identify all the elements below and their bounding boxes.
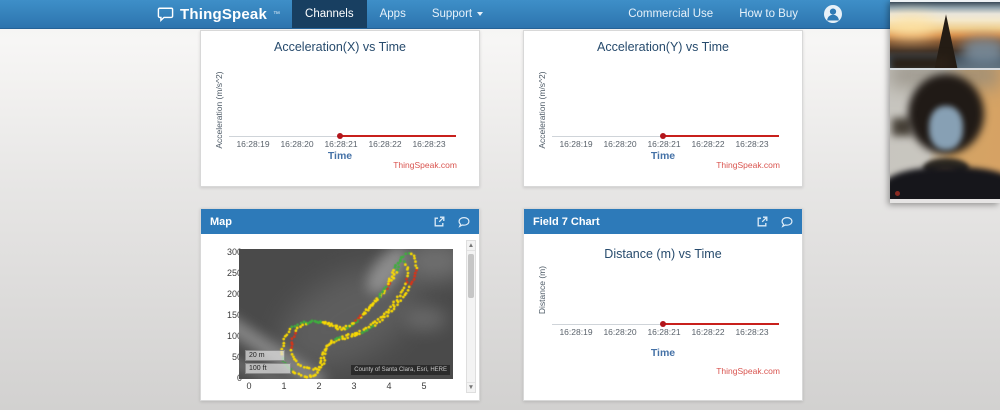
x-tick: 16:28:22 — [686, 327, 730, 337]
scroll-up-icon[interactable]: ▲ — [467, 241, 475, 251]
map-y-tick: 100 — [215, 331, 242, 341]
sunset-glow — [890, 16, 936, 38]
chart-acceleration-x: Acceleration(X) vs Time Acceleration (m/… — [201, 31, 479, 186]
y-axis-label: Acceleration (m/s^2) — [537, 64, 547, 156]
map-y-tick: 50 — [215, 352, 242, 362]
x-tick: 16:28:23 — [730, 327, 774, 337]
chat-bubble-icon — [157, 7, 174, 22]
panel-acceleration-y: Acceleration(Y) vs Time Acceleration (m/… — [523, 30, 803, 187]
x-tick: 16:28:22 — [686, 139, 730, 149]
video-call-overlay — [890, 0, 1000, 203]
series-line — [664, 135, 779, 137]
map-scrollbar[interactable]: ▲ ▼ — [466, 240, 476, 393]
map-scale-feet: 100 ft — [245, 363, 291, 374]
field7-panel-body: Distance (m) vs Time Distance (m) 16:28:… — [524, 234, 802, 400]
nav-item-channels[interactable]: Channels — [292, 0, 367, 28]
thingspeak-credit-link[interactable]: ThingSpeak.com — [393, 160, 457, 170]
comment-icon[interactable] — [781, 216, 793, 228]
nav-menu: Channels Apps Support — [292, 0, 496, 28]
map-x-tick: 0 — [239, 381, 259, 391]
map-y-tick: 250 — [215, 268, 242, 278]
nav-item-commercial-use[interactable]: Commercial Use — [628, 8, 713, 20]
chart-title: Distance (m) vs Time — [524, 247, 802, 261]
brand-name: ThingSpeak — [180, 6, 267, 23]
map-x-tick: 1 — [274, 381, 294, 391]
water — [962, 38, 1000, 64]
nav-item-apps[interactable]: Apps — [367, 0, 419, 28]
x-tick: 16:28:21 — [642, 139, 686, 149]
field7-panel-header: Field 7 Chart — [524, 209, 802, 234]
map-y-tick: 300 — [215, 247, 242, 257]
x-tick: 16:28:20 — [275, 139, 319, 149]
x-tick: 16:28:19 — [231, 139, 275, 149]
x-tick: 16:28:21 — [319, 139, 363, 149]
map-x-tick: 4 — [379, 381, 399, 391]
recording-indicator — [895, 191, 900, 196]
webcam-feed-sunset[interactable] — [890, 0, 1000, 70]
panel-title: Map — [210, 216, 232, 228]
panel-map: Map 300 250 200 150 100 50 0 — [200, 208, 480, 401]
x-tick: 16:28:23 — [730, 139, 774, 149]
chart-acceleration-y: Acceleration(Y) vs Time Acceleration (m/… — [524, 31, 802, 186]
scroll-down-icon[interactable]: ▼ — [467, 382, 475, 392]
x-tick: 16:28:19 — [554, 139, 598, 149]
series-line — [341, 135, 456, 137]
y-axis-label: Distance (m) — [537, 244, 547, 336]
chart-title: Acceleration(X) vs Time — [201, 40, 479, 54]
x-tick: 16:28:20 — [598, 327, 642, 337]
map-y-tick: 200 — [215, 289, 242, 299]
x-tick: 16:28:21 — [642, 327, 686, 337]
nav-item-support[interactable]: Support — [419, 0, 496, 28]
thingspeak-logo[interactable]: ThingSpeak ™ — [157, 0, 280, 28]
map-scale-meters: 20 m — [245, 350, 285, 361]
user-avatar-icon[interactable] — [824, 5, 842, 23]
thingspeak-credit-link[interactable]: ThingSpeak.com — [716, 366, 780, 376]
y-axis-label: Acceleration (m/s^2) — [214, 64, 224, 156]
thingspeak-credit-link[interactable]: ThingSpeak.com — [716, 160, 780, 170]
map-panel-header: Map — [201, 209, 479, 234]
series-line — [664, 323, 779, 325]
external-link-icon[interactable] — [756, 216, 768, 228]
map-x-tick: 3 — [344, 381, 364, 391]
map-x-tick: 5 — [414, 381, 434, 391]
person-face — [929, 106, 963, 150]
external-link-icon[interactable] — [433, 216, 445, 228]
chart-title: Acceleration(Y) vs Time — [524, 40, 802, 54]
map-panel-body: 300 250 200 150 100 50 0 20 m 100 ft Cou… — [201, 234, 479, 400]
caret-down-icon — [477, 12, 483, 16]
x-tick: 16:28:20 — [598, 139, 642, 149]
x-tick: 16:28:19 — [554, 327, 598, 337]
x-axis-label: Time — [524, 347, 802, 359]
panel-field7-chart: Field 7 Chart Distance (m) vs Time Dista… — [523, 208, 803, 401]
foreground-shadow — [890, 56, 950, 70]
page: ThingSpeak ™ Channels Apps Support Commer… — [0, 0, 1000, 410]
panel-title: Field 7 Chart — [533, 216, 600, 228]
panel-acceleration-x: Acceleration(X) vs Time Acceleration (m/… — [200, 30, 480, 187]
chart-distance: Distance (m) vs Time Distance (m) 16:28:… — [524, 234, 802, 400]
x-tick: 16:28:22 — [363, 139, 407, 149]
map-x-tick: 2 — [309, 381, 329, 391]
comment-icon[interactable] — [458, 216, 470, 228]
nav-item-how-to-buy[interactable]: How to Buy — [739, 8, 798, 20]
person-torso — [890, 167, 1000, 199]
x-tick: 16:28:23 — [407, 139, 451, 149]
nav-right: Commercial Use How to Buy — [628, 0, 842, 28]
map-attribution: County of Santa Clara, Esri, HERE — [351, 365, 450, 375]
scrollbar-thumb[interactable] — [468, 254, 474, 298]
brand-trademark: ™ — [273, 11, 280, 18]
top-navbar: ThingSpeak ™ Channels Apps Support Commer… — [0, 0, 1000, 29]
map-y-tick: 150 — [215, 310, 242, 320]
webcam-feed-person[interactable] — [890, 70, 1000, 199]
map-y-tick: 0 — [215, 373, 242, 383]
map-satellite-image: 20 m 100 ft County of Santa Clara, Esri,… — [239, 249, 453, 379]
